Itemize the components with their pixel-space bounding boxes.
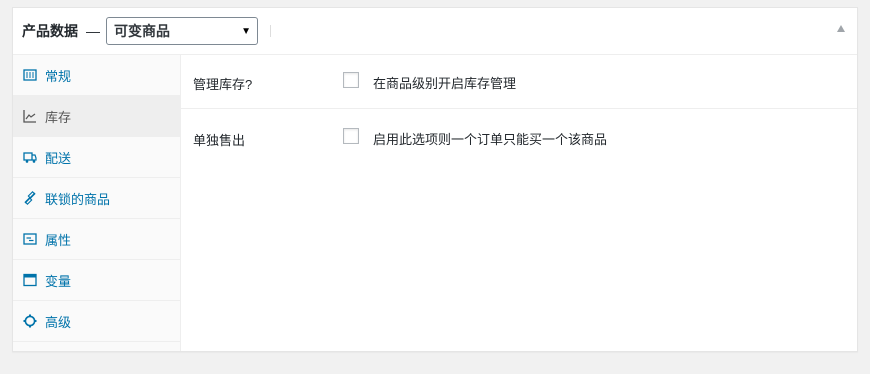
tab-attributes-label: 属性 xyxy=(45,232,72,248)
tab-variations-label: 变量 xyxy=(45,273,72,289)
title-dash: — xyxy=(86,23,100,39)
shipping-icon xyxy=(23,150,37,164)
sold-individually-checkbox[interactable] xyxy=(343,128,359,144)
triangle-up-icon[interactable] xyxy=(837,25,845,32)
general-icon xyxy=(23,68,37,82)
tab-advanced-label: 高级 xyxy=(45,314,72,330)
advanced-icon xyxy=(23,314,37,328)
tab-linked-products[interactable]: 联锁的商品 xyxy=(13,178,180,219)
product-data-tabs: 常规 库存 配送 联锁的商品 属性 变量 高级 xyxy=(13,55,181,351)
manage-stock-checkbox[interactable] xyxy=(343,72,359,88)
linked-products-icon xyxy=(23,191,37,205)
product-type-select[interactable]: 可变商品 ▼ xyxy=(106,17,258,45)
tab-linked-products-label: 联锁的商品 xyxy=(45,191,111,207)
tab-general-label: 常规 xyxy=(45,68,72,84)
tab-variations[interactable]: 变量 xyxy=(13,260,180,301)
tab-attributes[interactable]: 属性 xyxy=(13,219,180,260)
panel-header: 产品数据 — 可变商品 ▼ xyxy=(13,8,857,55)
product-type-value: 可变商品 xyxy=(114,23,170,39)
sold-individually-label: 单独售出 xyxy=(193,133,246,148)
panel-body: 常规 库存 配送 联锁的商品 属性 变量 高级 管理库存? 在商品级别开启库存管… xyxy=(13,55,857,351)
sold-individually-row: 单独售出 启用此选项则一个订单只能买一个该商品 xyxy=(181,109,857,164)
tab-shipping-label: 配送 xyxy=(45,150,72,166)
tab-general[interactable]: 常规 xyxy=(13,55,180,96)
caret-down-icon: ▼ xyxy=(241,25,251,37)
variations-icon xyxy=(23,273,37,287)
header-separator xyxy=(270,25,271,37)
tab-inventory-label: 库存 xyxy=(45,109,72,125)
tab-shipping[interactable]: 配送 xyxy=(13,137,180,178)
manage-stock-row: 管理库存? 在商品级别开启库存管理 xyxy=(181,55,857,109)
tab-inventory[interactable]: 库存 xyxy=(13,96,180,137)
panel-title: 产品数据 xyxy=(22,23,78,39)
attributes-icon xyxy=(23,232,37,246)
inventory-options: 管理库存? 在商品级别开启库存管理 单独售出 启用此选项则一个订单只能买一个该商… xyxy=(181,55,857,351)
tab-advanced[interactable]: 高级 xyxy=(13,301,180,342)
manage-stock-description: 在商品级别开启库存管理 xyxy=(373,76,517,91)
manage-stock-label: 管理库存? xyxy=(193,77,253,92)
inventory-icon xyxy=(23,109,37,123)
sold-individually-description: 启用此选项则一个订单只能买一个该商品 xyxy=(373,132,608,147)
product-data-panel: 产品数据 — 可变商品 ▼ 常规 库存 配送 联锁的商品 属性 变量 高级 管理… xyxy=(12,7,858,352)
